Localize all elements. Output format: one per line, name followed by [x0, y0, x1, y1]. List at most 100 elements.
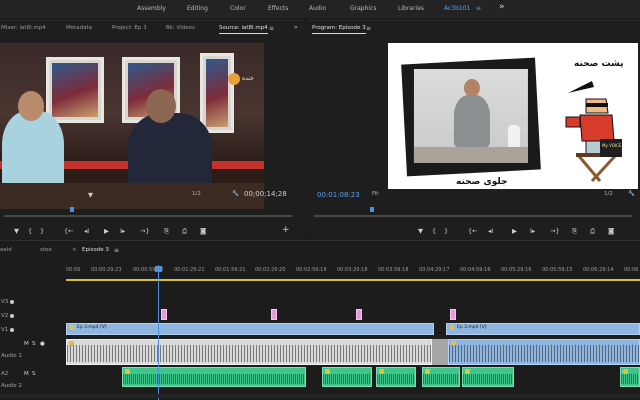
- program-scrub-bar[interactable]: [314, 215, 632, 217]
- tab-metadata[interactable]: Metadata: [66, 25, 92, 31]
- music-clip-a2[interactable]: [620, 367, 640, 387]
- program-export-frame-icon[interactable]: ◙: [608, 227, 614, 235]
- tab-history[interactable]: stee: [40, 247, 52, 253]
- graphic-clip-v2[interactable]: [450, 309, 456, 320]
- video-clip-v1[interactable]: Ep 3.mp4 [V]: [66, 323, 434, 335]
- tab-audio-mixer[interactable]: Mixer: lat8l.mp4: [1, 25, 46, 31]
- program-lift-button[interactable]: ⎘: [572, 227, 577, 236]
- ruler-label: 00:00: [66, 267, 81, 273]
- track-header-v2[interactable]: V2: [0, 309, 64, 323]
- track-header-v1[interactable]: V1: [0, 323, 64, 337]
- program-go-to-in-button[interactable]: {←: [468, 227, 478, 235]
- music-clip-a2[interactable]: [376, 367, 416, 387]
- tab-bin-videos[interactable]: Bk: Videos: [166, 25, 195, 31]
- source-add-marker-button[interactable]: ▼: [14, 227, 19, 235]
- toggle-output-icon[interactable]: [10, 314, 14, 318]
- program-resolution-select[interactable]: 1/2: [604, 191, 613, 197]
- audio-waveform: [67, 345, 431, 362]
- workspace-tab-effects[interactable]: Effects: [268, 5, 288, 12]
- source-step-forward-button[interactable]: I▸: [120, 227, 125, 235]
- source-mark-in-button[interactable]: {: [28, 227, 32, 235]
- workspace-tab-libraries[interactable]: Libraries: [398, 5, 424, 12]
- program-go-to-out-button[interactable]: →}: [550, 227, 560, 235]
- toggle-output-icon[interactable]: [10, 328, 14, 332]
- music-clip-a2[interactable]: [462, 367, 514, 387]
- source-scrub-bar[interactable]: [4, 215, 292, 217]
- workspace-menu-icon[interactable]: ≡: [476, 5, 481, 12]
- solo-button[interactable]: S: [32, 371, 36, 377]
- workspace-tab-graphics[interactable]: Graphics: [350, 5, 377, 12]
- music-clip-a2[interactable]: [122, 367, 306, 387]
- program-timecode[interactable]: 00:01:08:23: [317, 191, 360, 199]
- timeline-close-icon[interactable]: ×: [72, 247, 77, 253]
- program-mark-in-button[interactable]: {: [432, 227, 436, 235]
- graphic-clip-v2[interactable]: [161, 309, 167, 320]
- source-playhead[interactable]: [70, 207, 74, 212]
- track-header-audio-2[interactable]: A2 Audio 2 M S: [0, 367, 64, 393]
- timeline-menu-icon[interactable]: ≡: [114, 247, 119, 254]
- audio-gap[interactable]: [432, 339, 448, 365]
- record-mic-icon[interactable]: ●: [40, 341, 45, 347]
- program-mark-out-button[interactable]: }: [444, 227, 448, 235]
- graphic-clip-v2[interactable]: [271, 309, 277, 320]
- program-menu-icon[interactable]: ≡: [366, 25, 371, 32]
- program-panel-tabs: Program: Episode 3 ≡: [308, 21, 640, 35]
- source-overflow-icon[interactable]: »: [294, 24, 298, 31]
- timeline-playhead-handle[interactable]: [155, 266, 162, 272]
- timeline-playhead-line[interactable]: [158, 265, 159, 400]
- music-clip-a2[interactable]: [322, 367, 372, 387]
- track-header-audio-1[interactable]: Audio 1 M S ●: [0, 339, 64, 367]
- tab-project[interactable]: Project: Ep 3: [112, 25, 147, 31]
- audio-waveform: [377, 374, 415, 384]
- program-extract-button[interactable]: ⎙: [590, 227, 595, 236]
- program-settings-icon[interactable]: 🔧: [628, 191, 635, 197]
- workspace-tab-audio[interactable]: Audio: [309, 5, 326, 12]
- source-go-to-out-button[interactable]: →}: [140, 227, 150, 235]
- source-play-button[interactable]: ▶: [104, 227, 109, 235]
- workspace-tab-assembly[interactable]: Assembly: [137, 5, 166, 12]
- mute-button[interactable]: M: [24, 341, 29, 347]
- program-zoom-select[interactable]: Fit: [372, 191, 378, 197]
- track-header-v3[interactable]: V3: [0, 295, 64, 309]
- tab-program[interactable]: Program: Episode 3: [312, 25, 366, 34]
- graphic-clip-v2[interactable]: [356, 309, 362, 320]
- workspace-tab-color[interactable]: Color: [230, 5, 246, 12]
- ruler-label: 00:02:59:19: [296, 267, 327, 273]
- workspace-tab-custom[interactable]: Ac3b101: [444, 5, 470, 12]
- source-overwrite-button[interactable]: ⎙: [182, 227, 187, 236]
- source-menu-icon[interactable]: ≡: [269, 25, 274, 32]
- program-step-back-button[interactable]: ◂I: [488, 227, 493, 235]
- source-export-frame-icon[interactable]: ◙: [200, 227, 206, 235]
- video-clip-v1[interactable]: Ep 3.mp4 [V]: [446, 323, 640, 335]
- music-clip-a2[interactable]: [422, 367, 460, 387]
- source-resolution-select[interactable]: 1/2: [192, 191, 201, 197]
- work-area-bar[interactable]: [66, 279, 640, 281]
- source-marker-icon[interactable]: ▼: [88, 191, 93, 199]
- program-step-forward-button[interactable]: I▸: [530, 227, 535, 235]
- program-monitor-panel: Program: Episode 3 ≡ پشت صحنه جلوی صحنه: [308, 20, 640, 238]
- source-settings-icon[interactable]: 🔧: [232, 191, 239, 197]
- tab-source[interactable]: Source: lat8l.mp4: [219, 25, 268, 34]
- source-step-back-button[interactable]: ◂I: [84, 227, 89, 235]
- tab-sequence-episode-3[interactable]: Episode 3: [82, 247, 109, 253]
- tab-effects[interactable]: aeld: [0, 247, 12, 253]
- solo-button[interactable]: S: [32, 341, 36, 347]
- workspace-overflow-icon[interactable]: »: [499, 2, 505, 12]
- source-add-button[interactable]: +: [282, 225, 290, 235]
- source-go-to-in-button[interactable]: {←: [64, 227, 74, 235]
- audio-clip-a1[interactable]: [448, 339, 640, 365]
- program-play-button[interactable]: ▶: [512, 227, 517, 235]
- audio-waveform: [323, 374, 371, 384]
- source-insert-button[interactable]: ⎘: [164, 227, 169, 236]
- workspace-tab-editing[interactable]: Editing: [187, 5, 208, 12]
- program-playhead[interactable]: [370, 207, 374, 212]
- ruler-label: 00:04:29:17: [419, 267, 450, 273]
- mute-button[interactable]: M: [24, 371, 29, 377]
- fx-badge-icon: [69, 325, 74, 330]
- program-add-marker-button[interactable]: ▼: [418, 227, 423, 235]
- source-timecode[interactable]: 00;00;14;28: [244, 190, 287, 198]
- audio-clip-a1[interactable]: [66, 339, 432, 365]
- source-mark-out-button[interactable]: }: [40, 227, 44, 235]
- timeline-horizontal-scrollbar[interactable]: [0, 394, 640, 398]
- toggle-output-icon[interactable]: [10, 300, 14, 304]
